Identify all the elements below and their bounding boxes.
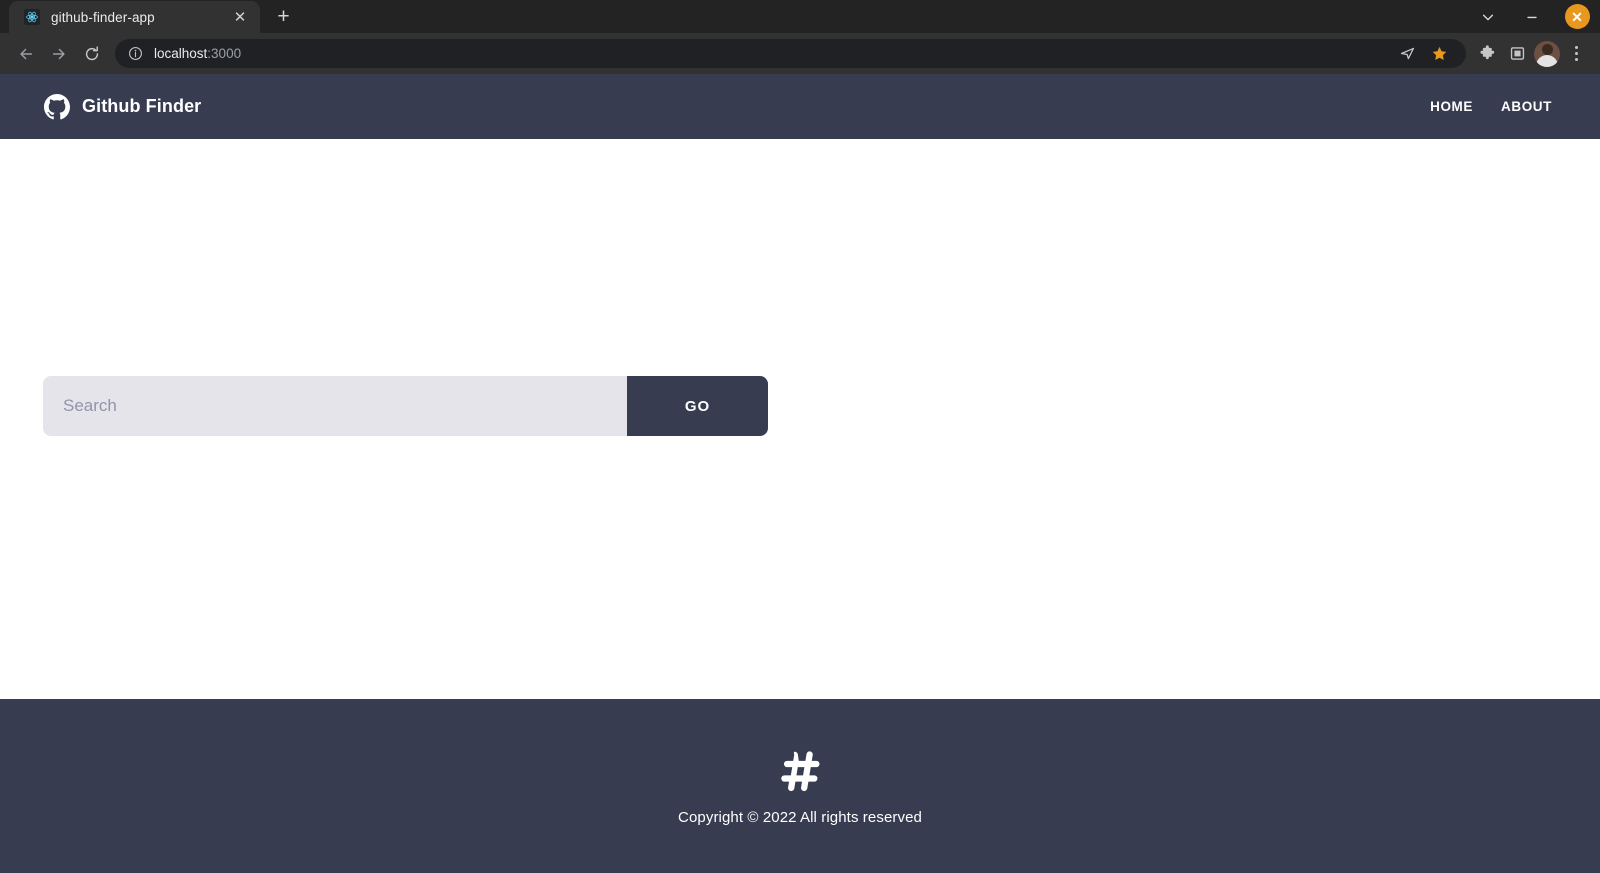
profile-avatar[interactable]	[1532, 39, 1562, 69]
side-panel-icon[interactable]	[1502, 39, 1532, 69]
avatar	[1534, 40, 1560, 67]
tab-close-icon[interactable]: ✕	[230, 7, 250, 27]
extensions-puzzle-icon[interactable]	[1472, 39, 1502, 69]
kebab-dot	[1574, 58, 1578, 61]
tab-strip: github-finder-app ✕ + ✕	[0, 0, 1600, 33]
url-host: localhost	[154, 46, 208, 61]
browser-toolbar: localhost:3000	[0, 33, 1600, 74]
address-bar-url: localhost:3000	[154, 46, 241, 61]
brand[interactable]: Github Finder	[44, 93, 202, 120]
avatar-head	[1541, 43, 1553, 55]
new-tab-button[interactable]: +	[269, 2, 298, 31]
search-bar: GO	[43, 376, 768, 436]
github-icon	[44, 93, 70, 120]
close-icon: ✕	[1564, 4, 1590, 29]
address-bar[interactable]: localhost:3000	[115, 39, 1466, 68]
bookmark-star-icon[interactable]	[1424, 39, 1454, 69]
page-viewport: Github Finder Home About GO Copyright © …	[0, 74, 1600, 873]
avatar-body	[1536, 54, 1558, 67]
back-button[interactable]	[9, 37, 42, 70]
minimize-window-button[interactable]	[1510, 0, 1554, 33]
site-footer: Copyright © 2022 All rights reserved	[0, 699, 1600, 873]
main-content: GO	[0, 139, 1600, 699]
tab-title: github-finder-app	[51, 9, 155, 25]
site-navbar: Github Finder Home About	[0, 74, 1600, 139]
url-port: :3000	[207, 46, 242, 61]
nav-link-about[interactable]: About	[1501, 99, 1552, 114]
react-favicon	[23, 9, 40, 26]
search-input[interactable]	[43, 376, 627, 436]
site-info-icon[interactable]	[127, 45, 144, 62]
omnibox-actions	[1382, 39, 1454, 69]
share-send-icon[interactable]	[1392, 39, 1422, 69]
hashtag-icon	[774, 747, 826, 799]
browser-window: github-finder-app ✕ + ✕ localhost:3000 G…	[0, 0, 1600, 873]
kebab-dot	[1574, 46, 1578, 49]
nav-link-home[interactable]: Home	[1430, 99, 1473, 114]
go-button[interactable]: GO	[627, 376, 768, 436]
nav-links: Home About	[1430, 99, 1552, 114]
reload-button[interactable]	[75, 37, 108, 70]
close-window-button[interactable]: ✕	[1554, 0, 1600, 33]
tab-search-chevron-down-icon[interactable]	[1466, 0, 1510, 33]
footer-copyright: Copyright © 2022 All rights reserved	[678, 808, 922, 826]
forward-button[interactable]	[42, 37, 75, 70]
browser-tab-github-finder-app[interactable]: github-finder-app ✕	[9, 1, 260, 33]
window-controls: ✕	[1466, 0, 1600, 33]
browser-menu-kebab-icon[interactable]	[1562, 39, 1590, 69]
brand-title: Github Finder	[82, 96, 202, 116]
kebab-dot	[1574, 52, 1578, 55]
